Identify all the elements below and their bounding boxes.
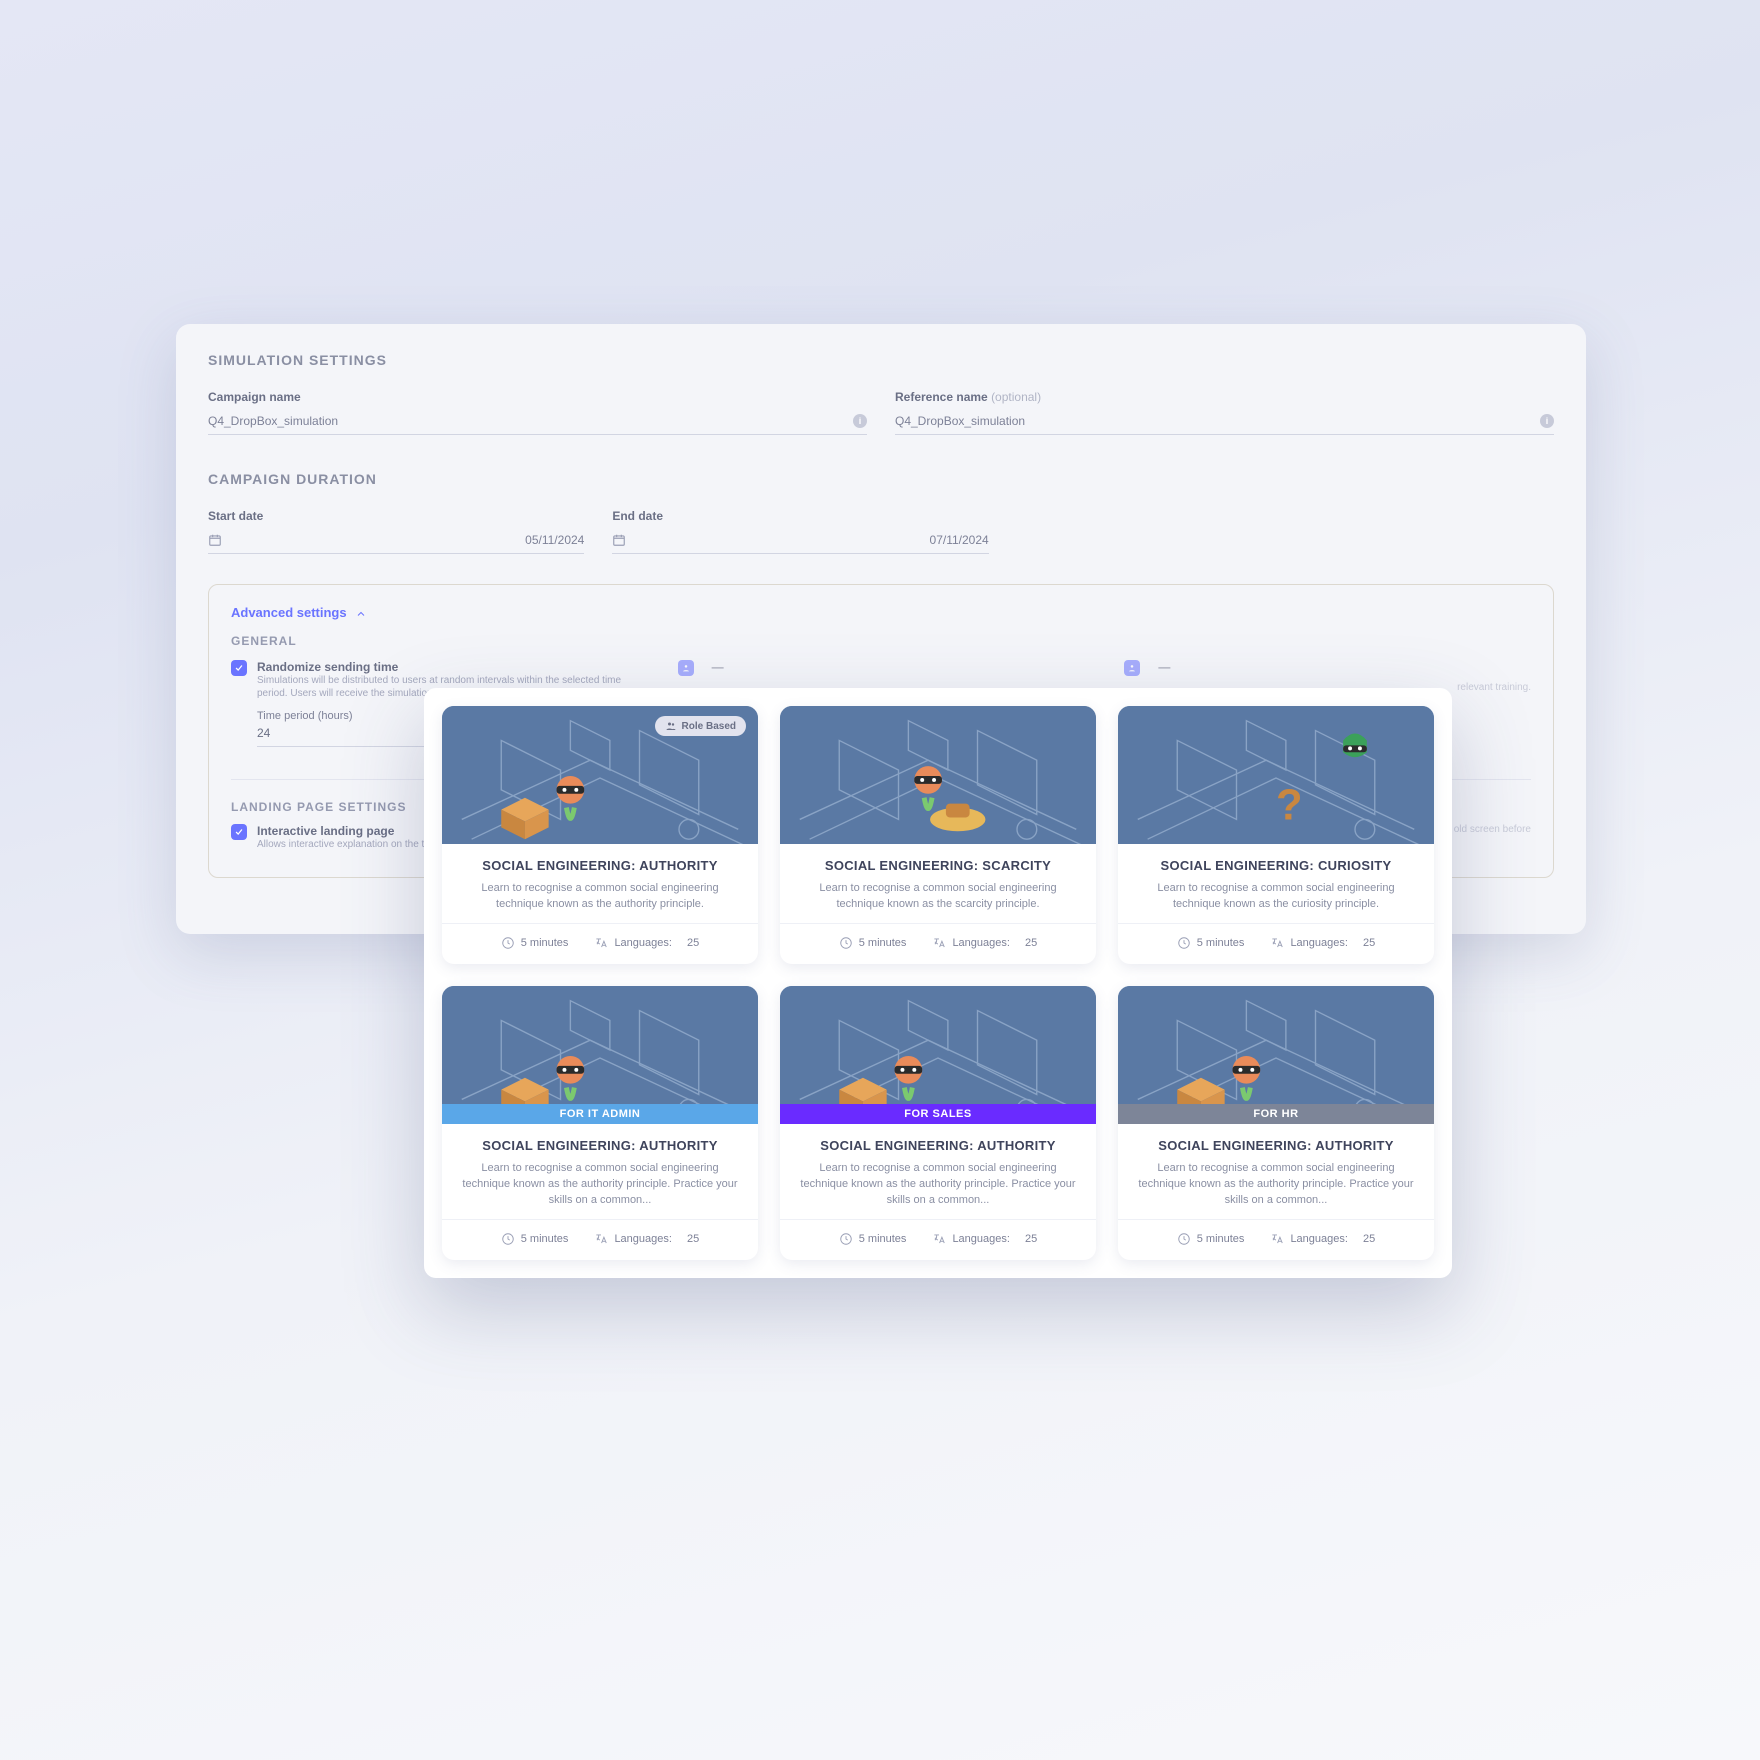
duration: 5 minutes — [501, 1232, 569, 1246]
languages: Languages: 25 — [932, 936, 1037, 950]
course-card[interactable]: ? SOCIAL ENGINEERING: CURIOSITY Learn to… — [1118, 706, 1434, 964]
translate-icon — [594, 1232, 608, 1246]
languages: Languages: 25 — [594, 1232, 699, 1246]
right-partial-text: old screen before — [1454, 824, 1531, 835]
course-card[interactable]: Role Based SOCIAL ENGINEERING: AUTHORITY… — [442, 706, 758, 964]
randomize-label: Randomize sending time — [257, 660, 638, 674]
clock-icon — [1177, 1232, 1191, 1246]
course-description: Learn to recognise a common social engin… — [1136, 1161, 1416, 1209]
field-end-date: End date 07/11/2024 — [612, 509, 988, 554]
course-title: SOCIAL ENGINEERING: SCARCITY — [798, 858, 1078, 873]
course-thumbnail: FOR HR — [1118, 986, 1434, 1124]
info-icon[interactable]: i — [1540, 414, 1554, 428]
campaign-name-input[interactable]: Q4_DropBox_simulation i — [208, 410, 867, 435]
courses-grid: Role Based SOCIAL ENGINEERING: AUTHORITY… — [424, 688, 1452, 1278]
end-date-label: End date — [612, 509, 988, 523]
clock-icon — [501, 936, 515, 950]
course-meta: 5 minutes Languages: 25 — [1118, 1219, 1434, 1260]
duration: 5 minutes — [1177, 1232, 1245, 1246]
course-meta: 5 minutes Languages: 25 — [780, 1219, 1096, 1260]
translate-icon — [1270, 936, 1284, 950]
option-hidden-2[interactable]: — — [1124, 660, 1531, 676]
clock-icon — [839, 1232, 853, 1246]
translate-icon — [594, 936, 608, 950]
course-description: Learn to recognise a common social engin… — [798, 1161, 1078, 1209]
languages: Languages: 25 — [594, 936, 699, 950]
calendar-icon — [612, 533, 626, 547]
course-thumbnail: ? — [1118, 706, 1434, 844]
duration: 5 minutes — [1177, 936, 1245, 950]
course-meta: 5 minutes Languages: 25 — [442, 1219, 758, 1260]
translate-icon — [1270, 1232, 1284, 1246]
info-icon[interactable]: i — [853, 414, 867, 428]
course-meta: 5 minutes Languages: 25 — [1118, 923, 1434, 964]
start-date-label: Start date — [208, 509, 584, 523]
course-card[interactable]: SOCIAL ENGINEERING: SCARCITY Learn to re… — [780, 706, 1096, 964]
duration: 5 minutes — [839, 936, 907, 950]
field-campaign-name: Campaign name Q4_DropBox_simulation i — [208, 390, 867, 435]
languages: Languages: 25 — [932, 1232, 1037, 1246]
translate-icon — [932, 1232, 946, 1246]
audience-bar: FOR HR — [1118, 1104, 1434, 1124]
section-title-simulation: SIMULATION SETTINGS — [208, 352, 1554, 368]
group-icon — [678, 660, 694, 676]
checkbox-checked-icon[interactable] — [231, 824, 247, 840]
reference-name-input[interactable]: Q4_DropBox_simulation i — [895, 410, 1554, 435]
course-title: SOCIAL ENGINEERING: AUTHORITY — [460, 858, 740, 873]
languages: Languages: 25 — [1270, 936, 1375, 950]
reference-name-value: Q4_DropBox_simulation — [895, 414, 1025, 428]
duration: 5 minutes — [501, 936, 569, 950]
course-title: SOCIAL ENGINEERING: AUTHORITY — [798, 1138, 1078, 1153]
campaign-name-label: Campaign name — [208, 390, 867, 404]
option-hidden-1[interactable]: — — [678, 660, 1085, 676]
languages: Languages: 25 — [1270, 1232, 1375, 1246]
section-title-duration: CAMPAIGN DURATION — [208, 471, 1554, 487]
translate-icon — [932, 936, 946, 950]
course-title: SOCIAL ENGINEERING: AUTHORITY — [460, 1138, 740, 1153]
audience-bar: FOR IT ADMIN — [442, 1104, 758, 1124]
course-card[interactable]: FOR HR SOCIAL ENGINEERING: AUTHORITY Lea… — [1118, 986, 1434, 1260]
checkbox-checked-icon[interactable] — [231, 660, 247, 676]
clock-icon — [839, 936, 853, 950]
course-thumbnail: FOR IT ADMIN — [442, 986, 758, 1124]
course-title: SOCIAL ENGINEERING: AUTHORITY — [1136, 1138, 1416, 1153]
start-date-value: 05/11/2024 — [525, 533, 584, 547]
calendar-icon — [208, 533, 222, 547]
course-description: Learn to recognise a common social engin… — [460, 1161, 740, 1209]
course-description: Learn to recognise a common social engin… — [798, 881, 1078, 913]
reference-name-label: Reference name (optional) — [895, 390, 1554, 404]
course-description: Learn to recognise a common social engin… — [1136, 881, 1416, 913]
duration: 5 minutes — [839, 1232, 907, 1246]
chevron-up-icon — [355, 605, 367, 620]
users-icon — [665, 720, 677, 732]
course-card[interactable]: FOR IT ADMIN SOCIAL ENGINEERING: AUTHORI… — [442, 986, 758, 1260]
advanced-settings-toggle[interactable]: Advanced settings — [231, 605, 1531, 620]
svg-text:?: ? — [1276, 781, 1303, 829]
end-date-input[interactable]: 07/11/2024 — [612, 529, 988, 554]
end-date-value: 07/11/2024 — [930, 533, 989, 547]
audience-bar: FOR SALES — [780, 1104, 1096, 1124]
course-thumbnail: Role Based — [442, 706, 758, 844]
course-title: SOCIAL ENGINEERING: CURIOSITY — [1136, 858, 1416, 873]
role-based-pill: Role Based — [655, 716, 746, 736]
start-date-input[interactable]: 05/11/2024 — [208, 529, 584, 554]
course-thumbnail: FOR SALES — [780, 986, 1096, 1124]
course-description: Learn to recognise a common social engin… — [460, 881, 740, 913]
course-card[interactable]: FOR SALES SOCIAL ENGINEERING: AUTHORITY … — [780, 986, 1096, 1260]
campaign-name-value: Q4_DropBox_simulation — [208, 414, 338, 428]
course-meta: 5 minutes Languages: 25 — [780, 923, 1096, 964]
group-icon — [1124, 660, 1140, 676]
field-start-date: Start date 05/11/2024 — [208, 509, 584, 554]
general-subhead: GENERAL — [231, 634, 1531, 648]
course-meta: 5 minutes Languages: 25 — [442, 923, 758, 964]
course-thumbnail — [780, 706, 1096, 844]
clock-icon — [1177, 936, 1191, 950]
field-reference-name: Reference name (optional) Q4_DropBox_sim… — [895, 390, 1554, 435]
clock-icon — [501, 1232, 515, 1246]
